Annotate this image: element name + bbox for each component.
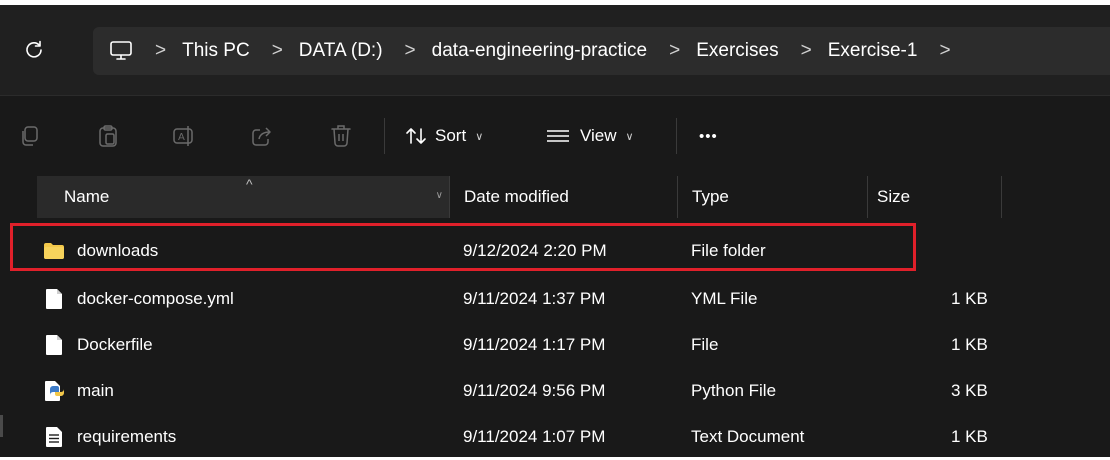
file-name-cell: requirements: [43, 414, 176, 460]
chevron-right-icon[interactable]: >: [405, 40, 416, 62]
file-type: File folder: [691, 241, 766, 260]
refresh-button[interactable]: [20, 35, 48, 63]
file-name: requirements: [77, 427, 177, 446]
file-date: 9/12/2024 2:20 PM: [463, 241, 607, 260]
file-name: docker-compose.yml: [77, 289, 234, 308]
trash-icon: [331, 125, 351, 147]
breadcrumb-data-engineering-practice[interactable]: data-engineering-practice: [432, 40, 647, 62]
column-header-type[interactable]: Type: [677, 176, 867, 218]
chevron-down-icon[interactable]: ∨: [436, 190, 443, 201]
file-type: Python File: [691, 381, 777, 400]
rename-button[interactable]: A: [172, 124, 196, 148]
computer-icon[interactable]: [109, 39, 133, 63]
column-label-name: Name: [64, 187, 110, 206]
file-type: File: [691, 335, 719, 354]
copy-icon: [22, 126, 38, 146]
address-bar-row: > This PC > DATA (D:) > data-engineering…: [0, 5, 1110, 96]
chevron-right-icon[interactable]: >: [939, 40, 950, 62]
text-cursor: [0, 415, 3, 437]
file-type: YML File: [691, 289, 758, 308]
file-icon: [43, 288, 65, 310]
column-header-row: ^ Name ∨ Date modified Type Size: [0, 176, 1110, 218]
rename-icon: A: [173, 126, 193, 146]
file-row-main[interactable]: main 9/11/2024 9:56 PM Python File 3 KB: [37, 368, 1017, 414]
toolbar-divider: [384, 118, 385, 154]
file-name-cell: docker-compose.yml: [43, 276, 234, 322]
file-name-cell: Dockerfile: [43, 322, 153, 368]
view-label: View: [580, 126, 617, 145]
file-name: Dockerfile: [77, 335, 153, 354]
text-file-icon: [43, 426, 65, 448]
command-bar: A Sort ∨ View ∨ •••: [0, 96, 1110, 177]
breadcrumb-data-drive[interactable]: DATA (D:): [299, 40, 383, 62]
sort-ascending-caret-icon: ^: [246, 176, 253, 192]
file-date: 9/11/2024 1:17 PM: [463, 335, 606, 354]
file-row-downloads[interactable]: downloads 9/12/2024 2:20 PM File folder: [37, 228, 1017, 274]
file-name-cell: main: [43, 368, 114, 414]
column-header-size[interactable]: Size: [867, 176, 1002, 218]
column-label-type: Type: [692, 187, 729, 206]
file-icon: [43, 334, 65, 356]
column-label-size: Size: [877, 187, 911, 206]
column-header-name[interactable]: ^ Name ∨: [37, 176, 449, 218]
file-row-docker-compose[interactable]: docker-compose.yml 9/11/2024 1:37 PM YML…: [37, 276, 1017, 322]
toolbar-divider: [676, 118, 677, 154]
view-list-icon: [547, 130, 569, 142]
paste-button[interactable]: [96, 124, 120, 148]
chevron-down-icon: ∨: [625, 130, 634, 143]
breadcrumb-this-pc[interactable]: This PC: [182, 40, 250, 62]
sort-button[interactable]: Sort ∨: [405, 118, 483, 154]
python-file-icon: [43, 380, 65, 402]
chevron-down-icon: ∨: [475, 130, 484, 143]
view-button[interactable]: View ∨: [546, 118, 634, 154]
delete-button[interactable]: [329, 124, 353, 148]
chevron-right-icon[interactable]: >: [801, 40, 812, 62]
file-date: 9/11/2024 1:37 PM: [463, 289, 606, 308]
column-label-date: Date modified: [464, 187, 569, 206]
file-date: 9/11/2024 9:56 PM: [463, 381, 606, 400]
paste-icon: [99, 125, 117, 147]
file-name: main: [77, 381, 114, 400]
chevron-right-icon[interactable]: >: [669, 40, 680, 62]
refresh-icon: [26, 40, 42, 58]
file-name: downloads: [77, 241, 159, 260]
chevron-right-icon[interactable]: >: [272, 40, 283, 62]
column-header-date-modified[interactable]: Date modified: [449, 176, 677, 218]
file-row-dockerfile[interactable]: Dockerfile 9/11/2024 1:17 PM File 1 KB: [37, 322, 1017, 368]
file-date: 9/11/2024 1:07 PM: [463, 427, 606, 446]
file-row-requirements[interactable]: requirements 9/11/2024 1:07 PM Text Docu…: [37, 414, 1017, 460]
file-size: 1 KB: [951, 335, 988, 354]
copy-button[interactable]: [18, 124, 42, 148]
file-type: Text Document: [691, 427, 805, 446]
breadcrumb-exercise-1[interactable]: Exercise-1: [828, 40, 918, 62]
sort-icon: [406, 128, 426, 144]
sort-label: Sort: [435, 126, 467, 145]
breadcrumb[interactable]: > This PC > DATA (D:) > data-engineering…: [93, 27, 1110, 75]
breadcrumb-exercises[interactable]: Exercises: [696, 40, 778, 62]
file-explorer-window: > This PC > DATA (D:) > data-engineering…: [0, 5, 1110, 457]
file-size: 3 KB: [951, 381, 988, 400]
share-icon: [252, 127, 271, 146]
file-name-cell: downloads: [43, 228, 158, 274]
file-size: 1 KB: [951, 289, 988, 308]
share-button[interactable]: [250, 124, 274, 148]
folder-icon: [43, 240, 65, 262]
chevron-right-icon[interactable]: >: [155, 40, 166, 62]
file-size: 1 KB: [951, 427, 988, 446]
more-options-button[interactable]: •••: [699, 118, 718, 154]
more-icon: •••: [699, 127, 718, 145]
svg-text:A: A: [178, 132, 185, 143]
